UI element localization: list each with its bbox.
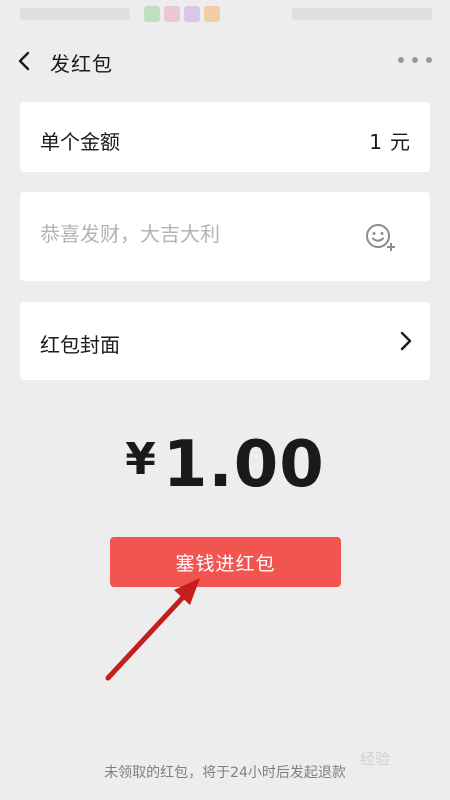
amount-row[interactable]: 单个金额 1元 (20, 102, 430, 172)
red-packet-cover-row[interactable]: 红包封面 (20, 302, 430, 380)
page-title: 发红包 (50, 52, 113, 76)
more-button[interactable] (398, 50, 432, 70)
cover-label: 红包封面 (40, 333, 120, 357)
total-amount-value: 1.00 (162, 428, 325, 502)
cover-open-button[interactable] (398, 330, 414, 352)
back-button[interactable] (10, 46, 40, 76)
total-amount: ¥1.00 (0, 428, 450, 502)
status-app-icon (144, 6, 160, 22)
chevron-left-icon (18, 51, 30, 71)
nav-bar: 发红包 (0, 38, 450, 82)
status-app-icon (164, 6, 180, 22)
more-dots-icon (398, 57, 404, 63)
status-app-icon (204, 6, 220, 22)
greeting-input[interactable] (40, 214, 360, 254)
emoji-add-icon (366, 224, 395, 251)
status-bar (0, 0, 450, 30)
amount-value[interactable]: 1元 (369, 126, 410, 155)
amount-label: 单个金额 (40, 130, 120, 154)
amount-unit: 元 (390, 130, 410, 154)
status-app-icon (184, 6, 200, 22)
chevron-right-icon (400, 331, 412, 351)
currency-symbol: ¥ (125, 434, 157, 485)
status-bar-blurred-info (20, 8, 130, 20)
greeting-row (20, 192, 430, 281)
amount-number: 1 (369, 130, 382, 154)
watermark-logo: 经验 (360, 750, 391, 768)
emoji-button[interactable] (365, 222, 399, 252)
status-bar-blurred-indicators (292, 8, 432, 20)
send-red-packet-button[interactable]: 塞钱进红包 (110, 537, 341, 587)
